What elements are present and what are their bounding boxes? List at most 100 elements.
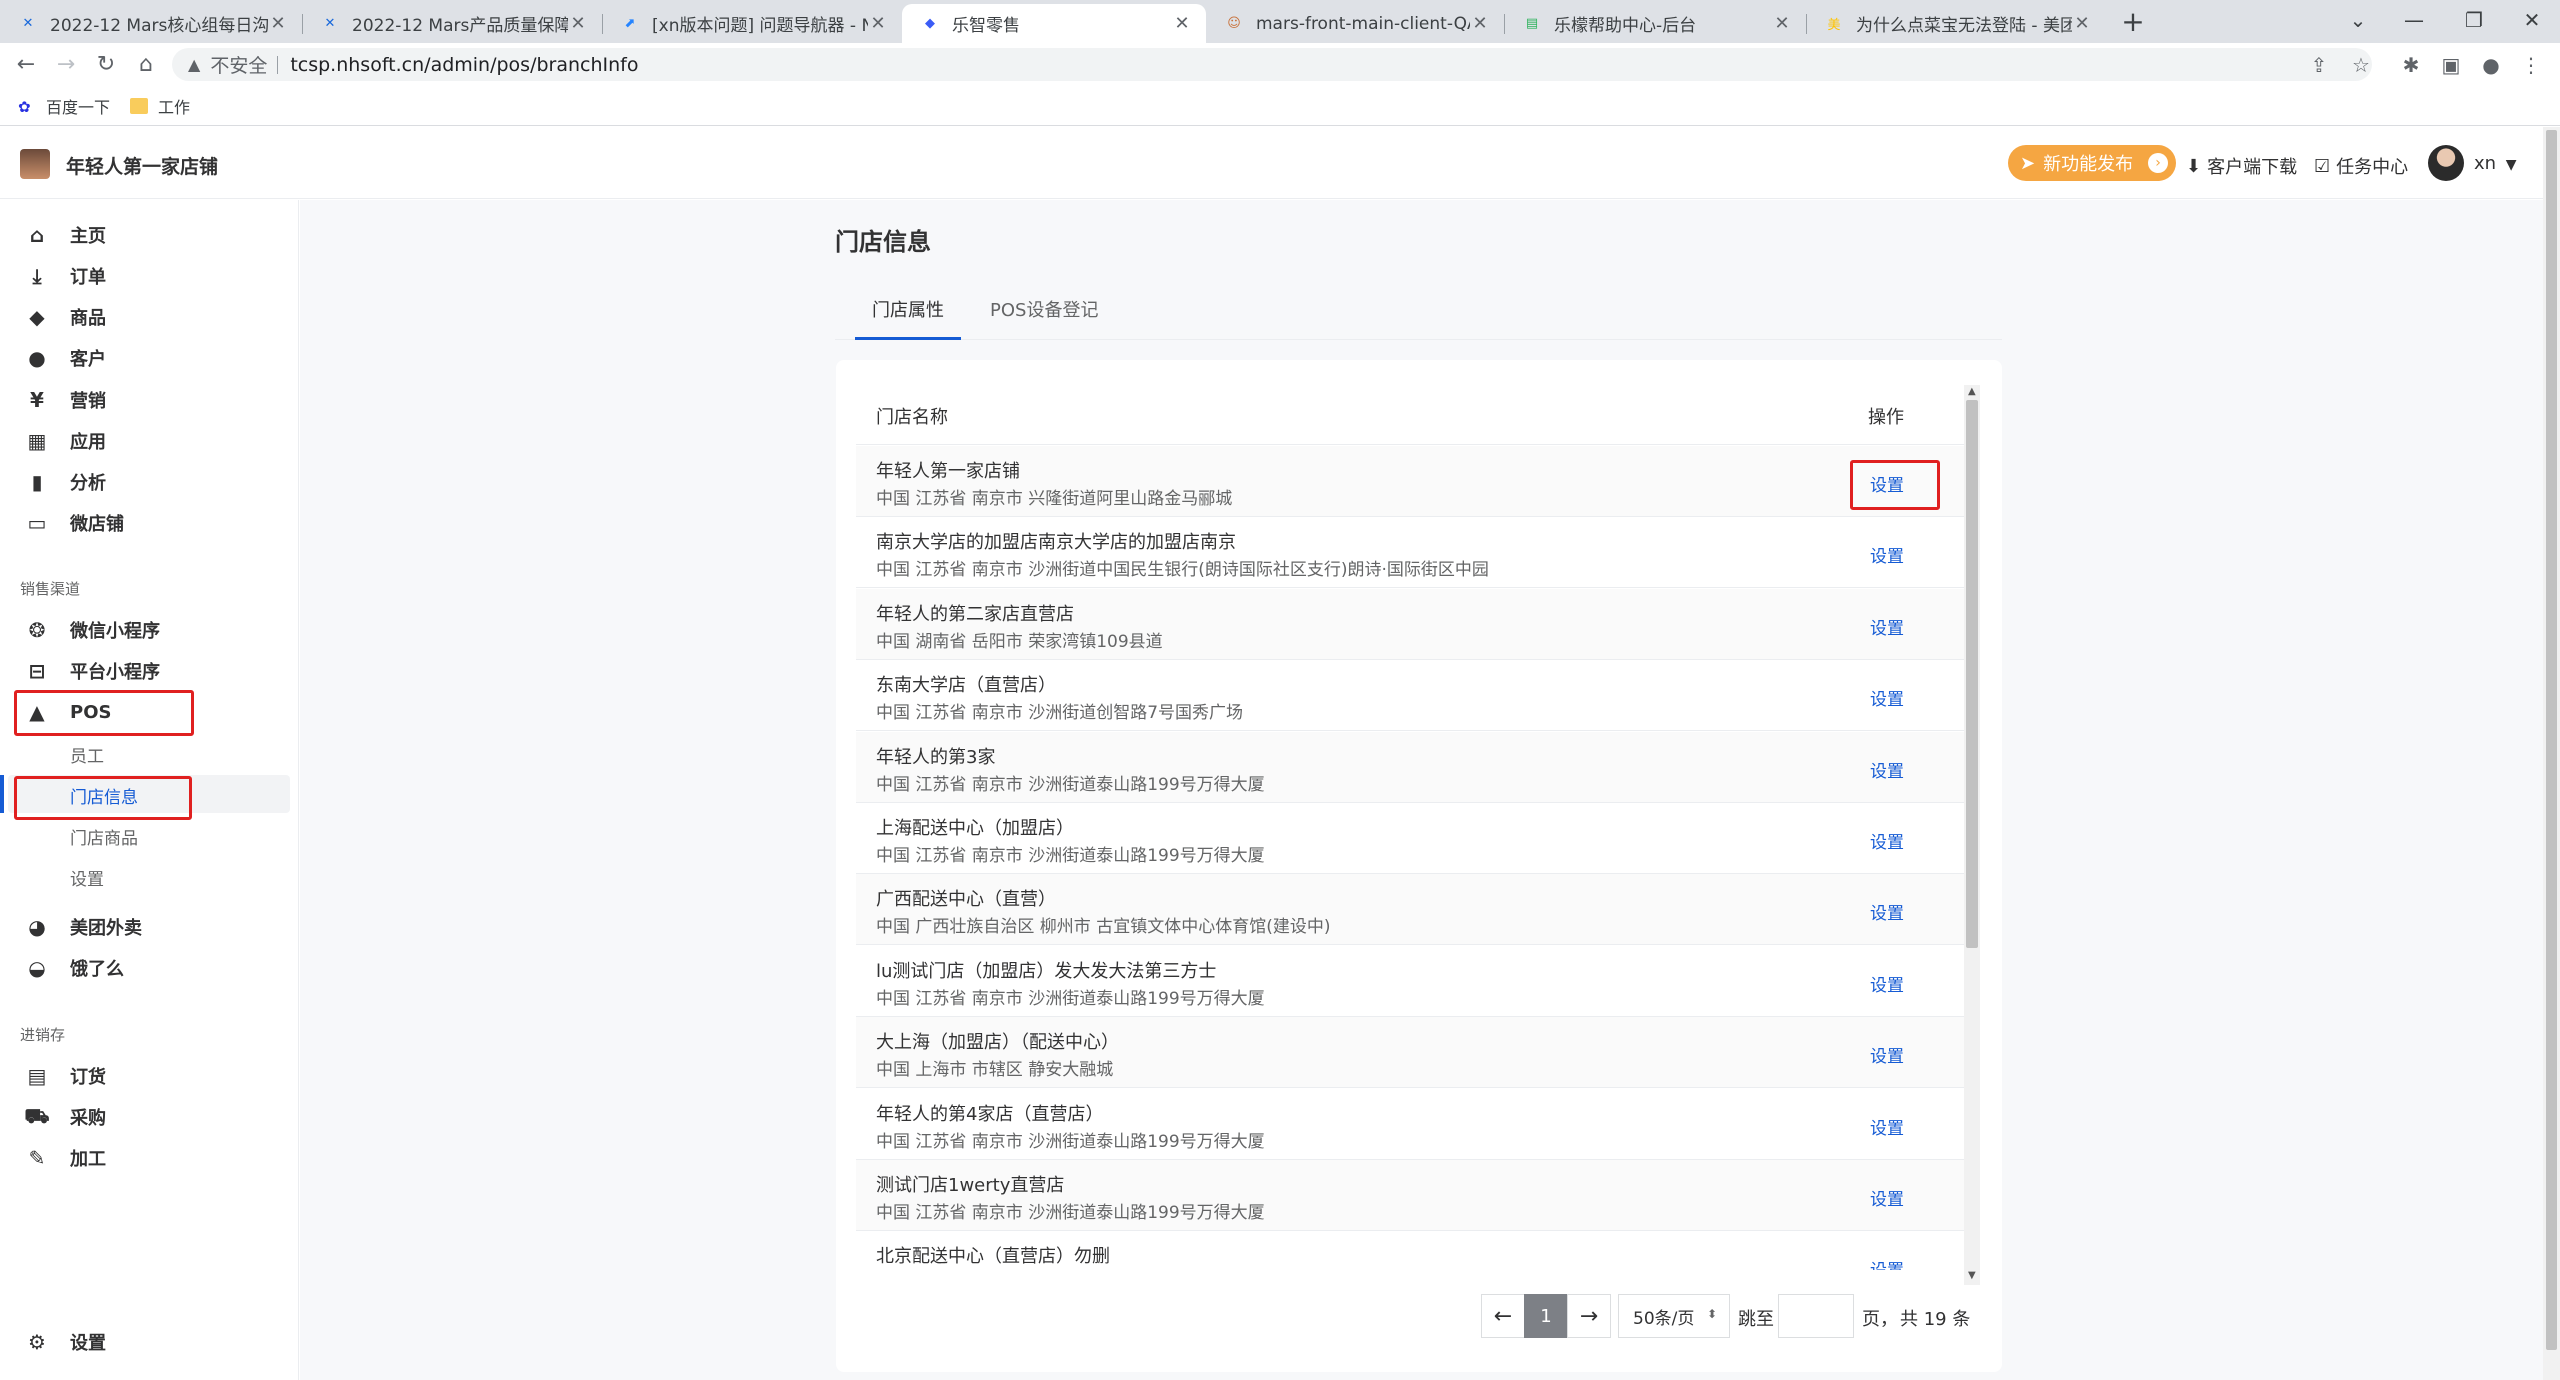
sidebar-item-sales-0[interactable]: ❂ 微信小程序 xyxy=(24,617,160,643)
store-name: 测试门店1werty直营店 xyxy=(876,1175,1065,1196)
sidebar-item-delivery-1[interactable]: ◒ 饿了么 xyxy=(24,955,124,981)
settings-link[interactable]: 设置 xyxy=(1870,542,1904,567)
close-tab-icon[interactable]: ✕ xyxy=(1172,13,1192,34)
browser-menu-icon[interactable]: ⋮ xyxy=(2518,52,2544,78)
sidebar-subitem-3[interactable]: 设置 xyxy=(70,865,104,890)
arrow-left-icon: ← xyxy=(1493,1303,1513,1329)
jump-label: 跳至 xyxy=(1738,1309,1774,1330)
tab-store-attributes[interactable]: 门店属性 xyxy=(872,296,944,322)
settings-link[interactable]: 设置 xyxy=(1870,1042,1904,1067)
browser-tab[interactable]: ⬈ [xn版本问题] 问题导航器 - NHS✕ xyxy=(602,4,902,43)
settings-link[interactable]: 设置 xyxy=(1870,1256,1904,1270)
scroll-up-arrow-icon[interactable]: ▲ xyxy=(1968,386,1976,397)
tab-search-icon[interactable]: ⌄ xyxy=(2328,0,2388,40)
bookmark-folder-work[interactable]: 工作 xyxy=(130,94,190,118)
sidebar-item-inventory-0[interactable]: ▤ 订货 xyxy=(24,1063,106,1089)
nav-label: 平台小程序 xyxy=(70,662,160,683)
close-tab-icon[interactable]: ✕ xyxy=(1470,13,1490,34)
sidebar-item-6[interactable]: ▮ 分析 xyxy=(24,469,106,495)
tool-icon: ✎ xyxy=(28,1146,46,1170)
current-page-button[interactable]: 1 xyxy=(1524,1294,1568,1338)
forward-icon[interactable]: → xyxy=(52,51,80,79)
next-page-button[interactable]: → xyxy=(1567,1294,1611,1338)
restore-icon[interactable]: ❐ xyxy=(2444,0,2504,40)
page-jump-input[interactable] xyxy=(1778,1294,1854,1338)
close-tab-icon[interactable]: ✕ xyxy=(568,13,588,34)
avatar[interactable] xyxy=(2428,145,2464,181)
nav-label: 饿了么 xyxy=(70,959,124,980)
prev-page-button[interactable]: ← xyxy=(1481,1294,1525,1338)
close-tab-icon[interactable]: ✕ xyxy=(268,13,288,34)
sidebar-item-delivery-0[interactable]: ◕ 美团外卖 xyxy=(24,914,142,940)
browser-tab[interactable]: ▤ 乐檬帮助中心-后台 ✕ xyxy=(1504,4,1806,43)
highlight-box-pos xyxy=(14,690,194,736)
tab-pos-device-registration[interactable]: POS设备登记 xyxy=(990,296,1098,322)
extensions-icon[interactable]: ✱ xyxy=(2398,52,2424,78)
close-tab-icon[interactable]: ✕ xyxy=(868,13,888,34)
sidebar-item-3[interactable]: ● 客户 xyxy=(24,345,106,371)
url-field[interactable]: ▲ 不安全 tcsp.nhsoft.cn/admin/pos/branchInf… xyxy=(172,48,2372,81)
store-address: 中国 江苏省 南京市 沙洲街道泰山路199号万得大厦 xyxy=(876,774,1265,795)
table-scrollbar-thumb[interactable] xyxy=(1966,400,1978,948)
sidebar-item-5[interactable]: ▦ 应用 xyxy=(24,428,106,454)
browser-tab[interactable]: 美为什么点菜宝无法登陆 - 美团餐饮✕ xyxy=(1806,4,2106,43)
sidebar-item-inventory-1[interactable]: ⛟ 采购 xyxy=(24,1104,106,1130)
sidebar-item-sales-1[interactable]: ⊟ 平台小程序 xyxy=(24,658,160,684)
settings-link[interactable]: 设置 xyxy=(1870,899,1904,924)
sidebar-subitem-2[interactable]: 门店商品 xyxy=(70,824,138,849)
settings-link[interactable]: 设置 xyxy=(1870,757,1904,782)
marketing-icon: ¥ xyxy=(30,388,44,412)
sidebar-item-2[interactable]: ◆ 商品 xyxy=(24,304,106,330)
close-window-icon[interactable]: ✕ xyxy=(2502,0,2560,40)
store-address: 中国 江苏省 南京市 沙洲街道泰山路199号万得大厦 xyxy=(876,846,1265,866)
user-menu[interactable]: xn ▼ xyxy=(2474,153,2517,174)
user-name: xn xyxy=(2474,153,2497,174)
shop-name[interactable]: 年轻人第一家店铺 xyxy=(66,152,218,179)
browser-tab[interactable]: ☺ mars-front-main-client-QA [Je✕ xyxy=(1206,4,1504,43)
nav-label: 采购 xyxy=(70,1108,106,1129)
settings-link[interactable]: 设置 xyxy=(1870,1185,1904,1210)
client-download-link[interactable]: ⬇ 客户端下载 xyxy=(2186,153,2297,179)
reload-icon[interactable]: ↻ xyxy=(92,51,120,79)
store-name: 年轻人的第二家店直营店 xyxy=(876,603,1074,625)
settings-link[interactable]: 设置 xyxy=(1870,971,1904,996)
settings-link[interactable]: 设置 xyxy=(1870,1114,1904,1139)
back-icon[interactable]: ← xyxy=(12,51,40,79)
close-tab-icon[interactable]: ✕ xyxy=(2072,13,2092,34)
bookmark-baidu[interactable]: ✿ 百度一下 xyxy=(18,94,110,118)
side-panel-icon[interactable]: ▣ xyxy=(2438,52,2464,78)
nav-label: 美团外卖 xyxy=(70,918,142,939)
page-size-select[interactable]: 50条/页 ⬍ xyxy=(1618,1294,1730,1338)
bookmark-star-icon[interactable]: ☆ xyxy=(2348,52,2374,78)
arrow-right-icon: → xyxy=(1579,1303,1599,1329)
share-icon[interactable]: ⇪ xyxy=(2306,52,2332,78)
chevron-down-icon: ▼ xyxy=(2505,157,2517,173)
profile-icon[interactable]: ● xyxy=(2478,52,2504,78)
nav-label: 主页 xyxy=(70,226,106,247)
table-row: 广西配送中心（直营） 中国 广西壮族自治区 柳州市 古宜镇文体中心体育馆(建设中)… xyxy=(856,874,1964,946)
settings-link[interactable]: 设置 xyxy=(1870,828,1904,853)
sidebar-item-inventory-2[interactable]: ✎ 加工 xyxy=(24,1145,106,1171)
browser-tab[interactable]: ✕2022-12 Mars产品质量保障组周✕ xyxy=(302,4,602,43)
browser-tab[interactable]: ✕2022-12 Mars核心组每日沟通问✕ xyxy=(0,4,302,43)
close-tab-icon[interactable]: ✕ xyxy=(1772,13,1792,34)
sidebar-item-settings[interactable]: ⚙ 设置 xyxy=(24,1329,106,1355)
new-tab-button[interactable]: + xyxy=(2116,4,2150,40)
minimize-icon[interactable]: — xyxy=(2384,0,2444,40)
sidebar-item-1[interactable]: ⤓ 订单 xyxy=(24,263,106,289)
sidebar-item-7[interactable]: ▭ 微店铺 xyxy=(24,510,124,536)
meituan-takeout-icon: ◕ xyxy=(28,915,46,939)
settings-link[interactable]: 设置 xyxy=(1870,614,1904,639)
home-page-icon[interactable]: ⌂ xyxy=(132,51,160,79)
sidebar-subitem-0[interactable]: 员工 xyxy=(70,742,104,767)
scroll-down-arrow-icon[interactable]: ▼ xyxy=(1968,1270,1976,1281)
sidebar-item-4[interactable]: ¥ 营销 xyxy=(24,387,106,413)
browser-tab[interactable]: ◆ 乐智零售 ✕ xyxy=(902,4,1206,43)
page-scrollbar-thumb[interactable] xyxy=(2546,130,2557,1350)
new-feature-button[interactable]: ➤ 新功能发布 › xyxy=(2008,145,2176,181)
sidebar-item-0[interactable]: ⌂ 主页 xyxy=(24,222,106,248)
task-center-link[interactable]: ☑ 任务中心 xyxy=(2314,153,2408,179)
settings-link[interactable]: 设置 xyxy=(1870,685,1904,710)
download-icon: ⬇ xyxy=(2186,155,2202,177)
store-table-body[interactable]: 年轻人第一家店铺 中国 江苏省 南京市 兴隆街道阿里山路金马郦城 设置 南京大学店的加… xyxy=(856,446,1964,1270)
